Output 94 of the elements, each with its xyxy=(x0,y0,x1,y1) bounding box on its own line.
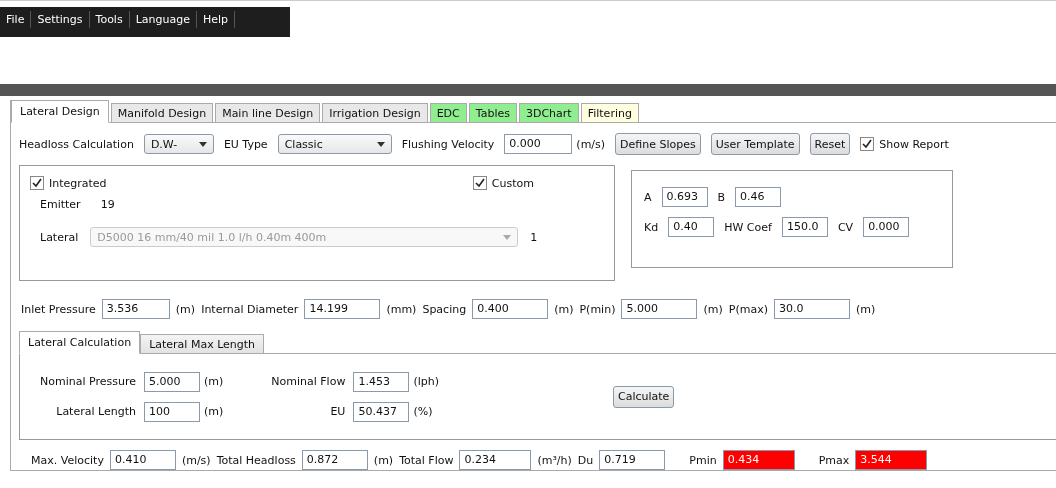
tab[interactable]: Filtering xyxy=(580,103,639,123)
field-label: A xyxy=(644,190,652,204)
field-label: Kd xyxy=(644,220,659,234)
field-label: Flushing Velocity xyxy=(401,137,495,151)
input-field[interactable]: 0.40 xyxy=(668,217,715,237)
field-label: P(min) xyxy=(579,302,616,316)
field-label: Lateral Length xyxy=(55,405,136,418)
field-label: Inlet Pressure xyxy=(21,302,96,316)
caret-icon xyxy=(376,141,385,147)
field-label: Spacing xyxy=(422,302,467,316)
checkbox[interactable] xyxy=(30,176,44,190)
input-field[interactable]: 30.0 xyxy=(773,299,850,319)
input-field[interactable]: 0.46 xyxy=(735,187,782,207)
output-field: 0.410 xyxy=(109,450,176,470)
input-field[interactable]: 1.453 xyxy=(353,371,410,392)
field-label: Total Headloss xyxy=(216,453,296,467)
toolbar-button[interactable]: Define Slopes xyxy=(615,133,701,155)
output-field: 0.719 xyxy=(599,450,666,470)
unit-label: (m) xyxy=(703,302,723,316)
field-label: Du xyxy=(577,453,594,467)
checkmark-icon xyxy=(32,178,42,188)
tab[interactable]: 3DChart xyxy=(518,103,579,123)
field-label: HW Coef xyxy=(724,220,772,234)
unit-label: (m) xyxy=(175,302,196,316)
field-label: EU xyxy=(329,405,346,418)
checkbox-label: Show Report xyxy=(879,137,949,151)
field-label: Total Flow xyxy=(399,453,454,467)
checkbox-label: Custom xyxy=(491,176,534,190)
field-label: Pmax xyxy=(818,453,850,467)
field-label: Pmin xyxy=(689,453,717,467)
unit-label: (m) xyxy=(855,302,876,316)
unit-label: (mm) xyxy=(386,302,417,316)
tab[interactable]: Tables xyxy=(468,103,517,123)
input-field[interactable]: 50.437 xyxy=(353,401,410,422)
dropdown[interactable]: D.W- xyxy=(143,134,214,154)
input-field[interactable]: 0.000 xyxy=(863,217,910,237)
input-field[interactable]: 0.693 xyxy=(661,187,708,207)
field-label: Emitter xyxy=(40,198,81,211)
menu-item[interactable]: Settings xyxy=(31,11,90,28)
field-label: Nominal Pressure xyxy=(40,375,136,388)
toolbar-button[interactable]: Reset xyxy=(809,133,851,155)
field-label: Nominal Flow xyxy=(271,375,346,388)
unit-label: (m) xyxy=(554,302,574,316)
input-field[interactable]: 5.000 xyxy=(143,371,200,392)
alert-field: 3.544 xyxy=(855,450,928,470)
input-field[interactable]: 5.000 xyxy=(621,299,698,319)
checkbox[interactable] xyxy=(860,137,875,151)
tab[interactable]: Lateral Design xyxy=(11,100,109,123)
input-field[interactable]: 150.0 xyxy=(781,217,828,237)
field-label: EU Type xyxy=(223,137,268,151)
tab[interactable]: EDC xyxy=(429,103,467,123)
unit-label: (m) xyxy=(203,405,224,418)
unit-label: (lph) xyxy=(413,375,439,388)
output-field: 0.872 xyxy=(301,450,368,470)
calculate-button[interactable]: Calculate xyxy=(613,385,675,408)
tab[interactable]: Irrigation Design xyxy=(322,103,428,123)
input-field[interactable]: 0.400 xyxy=(472,299,549,319)
field-label: Max. Velocity xyxy=(31,453,104,467)
unit-label: (m/s) xyxy=(181,453,211,467)
menu-item[interactable]: Language xyxy=(129,11,197,28)
dropdown[interactable]: Classic xyxy=(277,134,392,154)
input-field[interactable]: 3.536 xyxy=(101,299,170,319)
field-label: Headloss Calculation xyxy=(19,137,134,151)
tab[interactable]: Manifold Design xyxy=(110,103,214,123)
unit-label: (m) xyxy=(373,453,394,467)
caret-icon xyxy=(198,141,207,147)
caret-icon xyxy=(503,234,512,240)
field-value: 19 xyxy=(100,198,115,211)
field-label: P(max) xyxy=(728,302,768,316)
unit-label: (m) xyxy=(203,375,224,388)
menu-item[interactable]: Tools xyxy=(89,11,130,28)
checkbox[interactable] xyxy=(472,176,487,190)
checkbox-label: Integrated xyxy=(49,176,107,190)
tab[interactable]: Lateral Max Length xyxy=(140,334,265,354)
field-label: B xyxy=(717,190,726,204)
field-label: CV xyxy=(837,220,854,234)
toolbar-button[interactable]: User Template xyxy=(710,133,800,155)
tab[interactable]: Main line Design xyxy=(215,103,321,123)
field-label: Lateral xyxy=(40,230,79,244)
count-label: 1 xyxy=(530,230,538,244)
menu-item[interactable]: Help xyxy=(196,11,236,28)
input-field[interactable]: 0.000 xyxy=(504,134,573,154)
input-field[interactable]: 14.199 xyxy=(304,299,381,319)
alert-field: 0.434 xyxy=(722,450,795,470)
unit-label: (m³/h) xyxy=(537,453,572,467)
tab[interactable]: Lateral Calculation xyxy=(19,331,141,354)
checkmark-icon xyxy=(474,178,485,188)
unit-label: (m/s) xyxy=(576,137,606,151)
menu-item[interactable]: File xyxy=(0,11,32,28)
field-label: Internal Diameter xyxy=(201,302,299,316)
checkmark-icon xyxy=(862,139,873,149)
input-field[interactable]: 100 xyxy=(143,401,200,422)
output-field: 0.234 xyxy=(459,450,532,470)
unit-label: (%) xyxy=(413,405,434,418)
